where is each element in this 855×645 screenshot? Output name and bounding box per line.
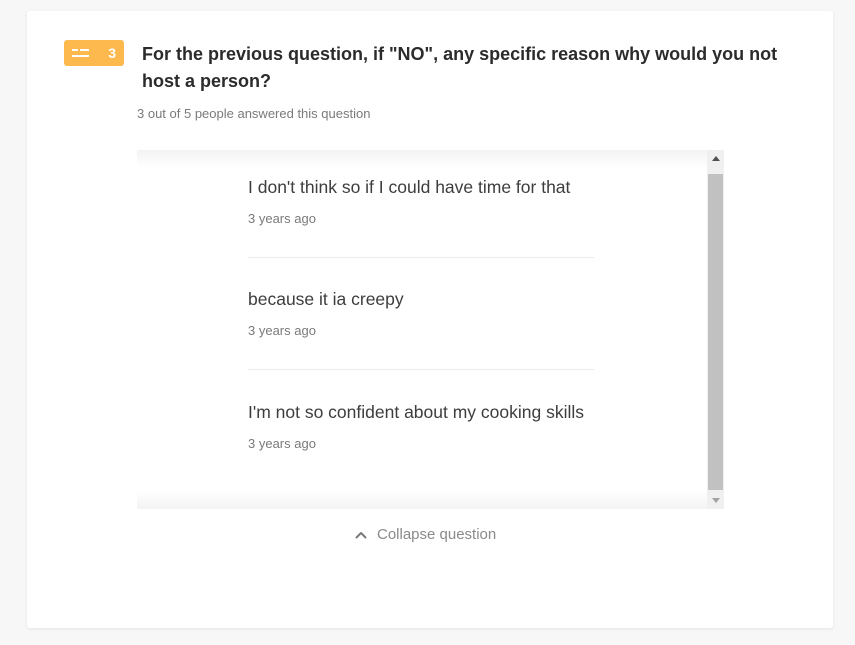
answered-count: 3 out of 5 people answered this question (137, 106, 371, 121)
triangle-down-icon (711, 498, 720, 503)
text-lines-icon (72, 48, 89, 57)
question-card: 3 For the previous question, if "NO", an… (27, 11, 833, 628)
chevron-up-icon (355, 531, 367, 538)
question-badge: 3 (64, 40, 124, 66)
answers-list[interactable]: I don't think so if I could have time fo… (137, 150, 724, 509)
scroll-up-arrow[interactable] (707, 150, 724, 167)
answer-text: I don't think so if I could have time fo… (248, 177, 571, 197)
answer-divider (248, 257, 594, 258)
answer-item: I don't think so if I could have time fo… (248, 174, 594, 226)
answer-text: I'm not so confident about my cooking sk… (248, 402, 585, 422)
scrollbar[interactable] (707, 150, 724, 509)
question-number: 3 (108, 45, 116, 61)
answer-timestamp: 3 years ago (248, 323, 316, 338)
scroll-down-arrow[interactable] (707, 492, 724, 509)
scrollbar-thumb[interactable] (708, 174, 723, 490)
answer-item: because it ia creepy 3 years ago (248, 286, 594, 338)
collapse-question-button[interactable]: Collapse question (355, 526, 496, 543)
answer-text: because it ia creepy (248, 289, 404, 309)
question-title: For the previous question, if "NO", any … (142, 44, 778, 91)
answer-timestamp: 3 years ago (248, 211, 316, 226)
triangle-up-icon (711, 156, 720, 161)
answer-divider (248, 369, 594, 370)
answer-timestamp: 3 years ago (248, 436, 316, 451)
collapse-question-label: Collapse question (377, 526, 497, 543)
answer-item: I'm not so confident about my cooking sk… (248, 399, 594, 451)
